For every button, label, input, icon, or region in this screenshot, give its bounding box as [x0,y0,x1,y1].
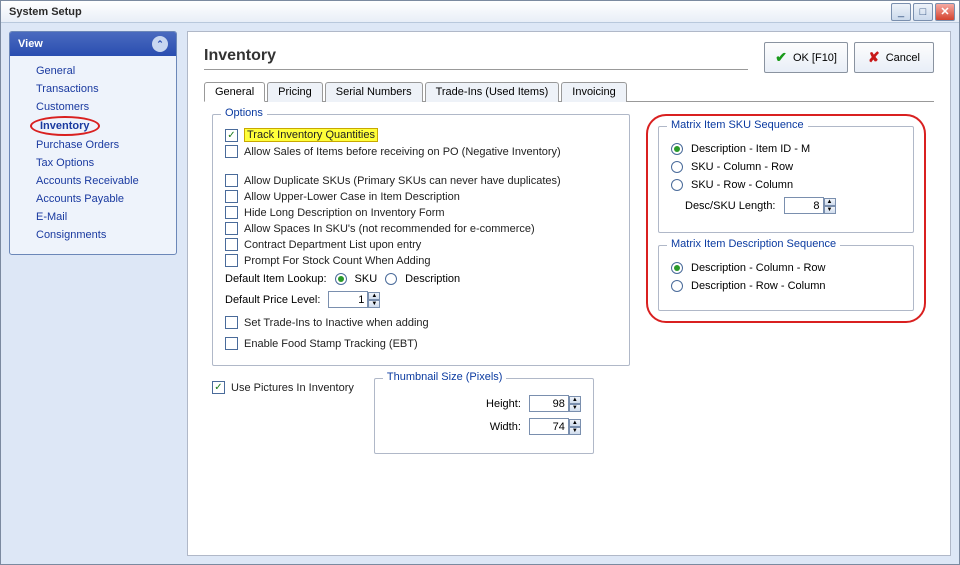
contract-dept-checkbox[interactable] [225,238,238,251]
sku-length-input[interactable] [784,197,824,214]
sku-seq-legend: Matrix Item SKU Sequence [667,119,808,131]
minimize-button[interactable]: _ [891,3,911,21]
sidebar-item-customers[interactable]: Customers [10,98,176,116]
thumb-height-input[interactable] [529,395,569,412]
desc-seq-opt1-radio[interactable] [671,262,683,274]
tab-serial-numbers[interactable]: Serial Numbers [325,82,423,102]
use-pictures-checkbox[interactable]: ✓ [212,381,225,394]
sku-seq-opt2-radio[interactable] [671,161,683,173]
lookup-desc-radio[interactable] [385,273,397,285]
default-price-label: Default Price Level: [225,294,320,306]
lookup-sku-radio[interactable] [335,273,347,285]
hide-long-checkbox[interactable] [225,206,238,219]
cancel-button[interactable]: ✘ Cancel [854,42,934,73]
width-spin-down[interactable]: ▼ [569,427,581,435]
tab-trade-ins[interactable]: Trade-Ins (Used Items) [425,82,560,102]
thumbnail-group: Thumbnail Size (Pixels) Height: ▲▼ Width… [374,378,594,454]
sidebar-item-accounts-receivable[interactable]: Accounts Receivable [10,172,176,190]
desc-seq-opt2-radio[interactable] [671,280,683,292]
sku-seq-opt1-radio[interactable] [671,143,683,155]
sku-seq-opt3-radio[interactable] [671,179,683,191]
track-inventory-checkbox[interactable]: ✓ [225,129,238,142]
upper-lower-checkbox[interactable] [225,190,238,203]
tab-general[interactable]: General [204,82,265,102]
tab-invoicing[interactable]: Invoicing [561,82,626,102]
window-title: System Setup [5,6,82,18]
use-pictures-label: Use Pictures In Inventory [231,382,354,394]
len-spin-down[interactable]: ▼ [824,206,836,214]
check-icon: ✔ [775,49,787,66]
close-button[interactable]: ✕ [935,3,955,21]
spaces-sku-checkbox[interactable] [225,222,238,235]
prompt-stock-checkbox[interactable] [225,254,238,267]
default-lookup-label: Default Item Lookup: [225,273,327,285]
default-price-input[interactable] [328,291,368,308]
thumbnail-legend: Thumbnail Size (Pixels) [383,371,507,383]
width-spin-up[interactable]: ▲ [569,419,581,427]
collapse-icon[interactable]: ⌃ [152,36,168,52]
view-header-label: View [18,38,43,50]
tab-pricing[interactable]: Pricing [267,82,323,102]
page-title: Inventory [204,45,748,70]
allow-negative-checkbox[interactable] [225,145,238,158]
height-spin-up[interactable]: ▲ [569,396,581,404]
sidebar-item-transactions[interactable]: Transactions [10,80,176,98]
titlebar: System Setup _ □ ✕ [1,1,959,23]
sidebar-item-email[interactable]: E-Mail [10,208,176,226]
options-legend: Options [221,107,267,119]
thumb-width-input[interactable] [529,418,569,435]
maximize-button[interactable]: □ [913,3,933,21]
sidebar-item-purchase-orders[interactable]: Purchase Orders [10,136,176,154]
sidebar-item-general[interactable]: General [10,62,176,80]
desc-seq-legend: Matrix Item Description Sequence [667,238,840,250]
track-inventory-label: Track Inventory Quantities [244,128,378,142]
ok-button[interactable]: ✔ OK [F10] [764,42,848,73]
options-group: Options ✓ Track Inventory Quantities All… [212,114,630,366]
price-spin-down[interactable]: ▼ [368,300,380,308]
view-panel: View ⌃ General Transactions Customers In… [9,31,177,255]
dup-sku-checkbox[interactable] [225,174,238,187]
len-spin-up[interactable]: ▲ [824,198,836,206]
height-spin-down[interactable]: ▼ [569,404,581,412]
allow-negative-label: Allow Sales of Items before receiving on… [244,146,561,158]
matrix-highlight-wrap: Matrix Item SKU Sequence Description - I… [646,114,926,323]
sidebar-item-accounts-payable[interactable]: Accounts Payable [10,190,176,208]
desc-sequence-group: Matrix Item Description Sequence Descrip… [658,245,914,311]
sidebar-item-consignments[interactable]: Consignments [10,226,176,244]
sidebar-item-tax-options[interactable]: Tax Options [10,154,176,172]
price-spin-up[interactable]: ▲ [368,292,380,300]
ebt-checkbox[interactable] [225,337,238,350]
tradeins-checkbox[interactable] [225,316,238,329]
x-icon: ✘ [868,49,880,66]
sidebar-item-inventory[interactable]: Inventory [30,116,100,136]
sku-sequence-group: Matrix Item SKU Sequence Description - I… [658,126,914,233]
